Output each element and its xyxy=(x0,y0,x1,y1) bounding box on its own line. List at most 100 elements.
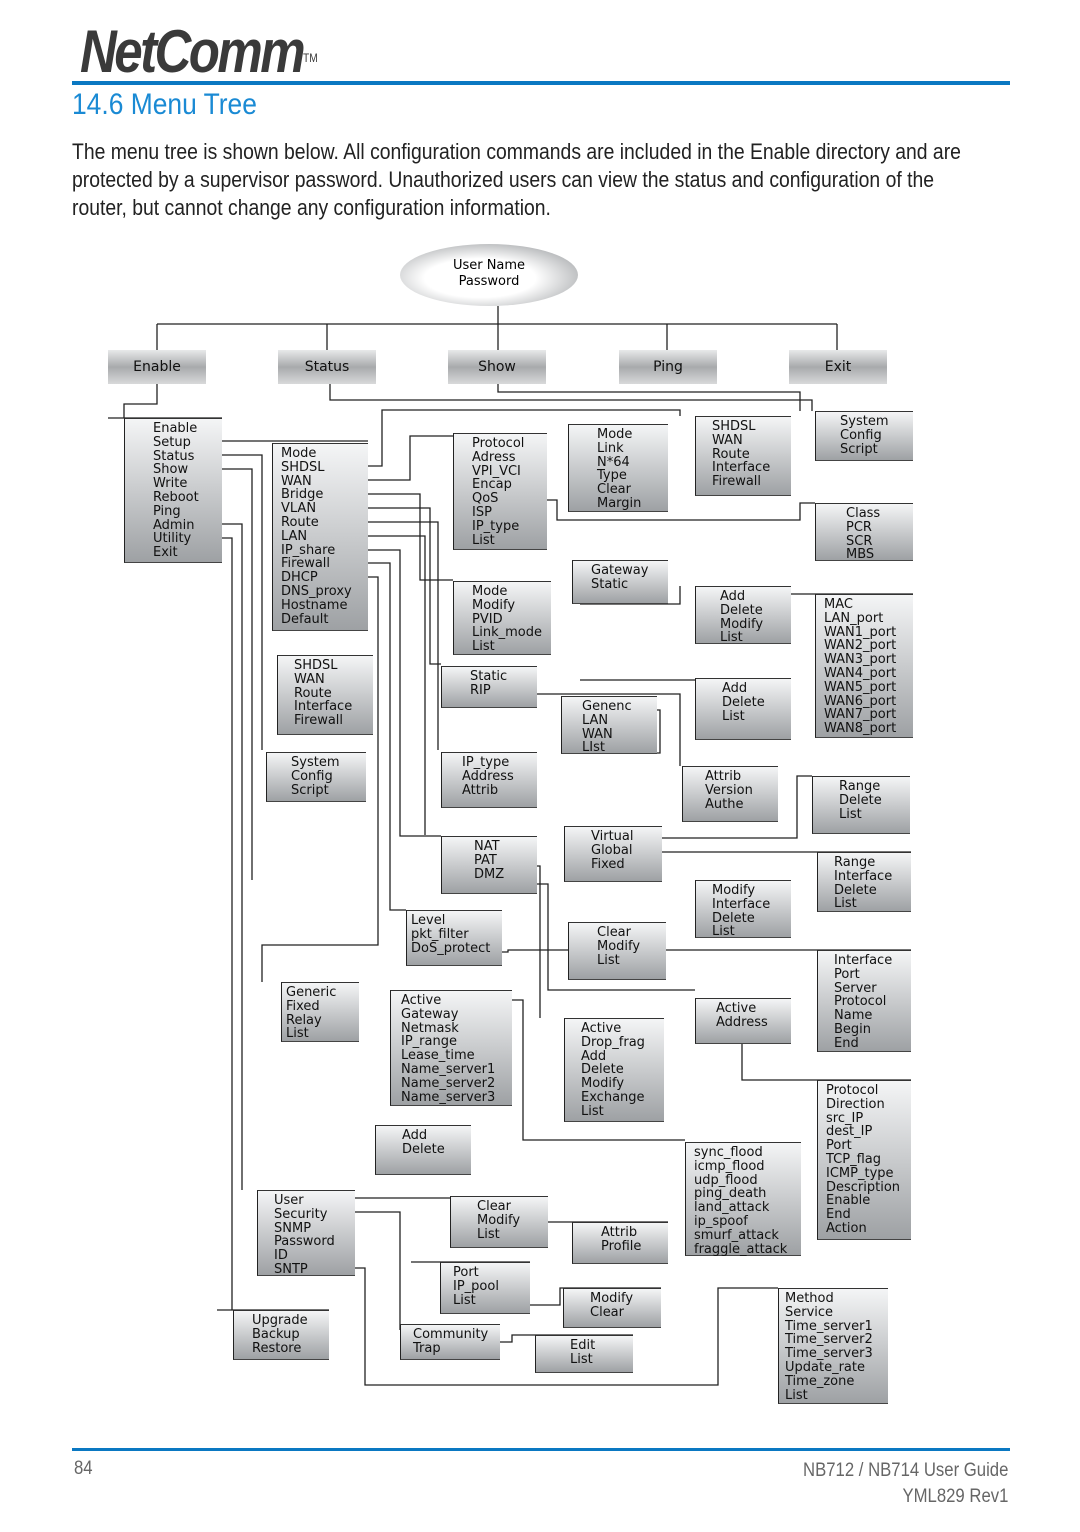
menu-item: Restore xyxy=(252,1340,302,1356)
menu-box: Range Delete List xyxy=(812,776,910,834)
menu-item: Static xyxy=(470,669,508,684)
top-menu-show: Show xyxy=(448,350,546,384)
menu-item: Backup xyxy=(252,1326,300,1342)
menu-item: fraggle_attack xyxy=(694,1241,788,1257)
menu-item: Attrib xyxy=(462,782,499,798)
menu-item: List xyxy=(453,1292,476,1308)
menu-box: Gateway Static xyxy=(572,560,668,604)
login-node: User Name Password xyxy=(400,244,578,306)
menu-item: Script xyxy=(840,441,878,457)
menu-item: Add xyxy=(720,589,746,604)
menu-item: Address xyxy=(462,768,514,784)
menu-item: land_attack xyxy=(694,1200,770,1216)
menu-item: Time_server1 xyxy=(785,1318,873,1334)
menu-item: SNTP xyxy=(274,1261,308,1277)
menu-item: Clear xyxy=(477,1199,511,1214)
menu-item: Adress xyxy=(472,449,516,465)
menu-item: Write xyxy=(153,476,188,492)
menu-item: Active xyxy=(716,1001,757,1016)
menu-item: PAT xyxy=(474,852,497,868)
menu-box: System Config Script xyxy=(815,411,913,461)
menu-item: Profile xyxy=(601,1238,642,1254)
root-line: Password xyxy=(458,274,520,289)
menu-item: LAN xyxy=(582,712,609,728)
menu-item: Config xyxy=(840,427,882,443)
connector-line xyxy=(355,1211,401,1330)
menu-item: Delete xyxy=(834,882,877,898)
menu-box: Add Delete List xyxy=(695,678,791,740)
menu-item: WAN4_port xyxy=(824,665,897,681)
menu-item: List xyxy=(597,952,620,968)
menu-item: Time_server2 xyxy=(785,1332,873,1348)
menu-item: End xyxy=(834,1035,859,1051)
top-menu-ping: Ping xyxy=(619,350,717,384)
menu-item: Name_server2 xyxy=(401,1075,496,1091)
page-number: 84 xyxy=(74,1458,93,1479)
menu-item: IP_share xyxy=(281,542,336,558)
menu-box: Mode Link N*64 Type Clear Margin xyxy=(568,424,668,512)
menu-item: Fixed xyxy=(286,998,320,1014)
menu-box: Method Service Time_server1 Time_server2 Tim… xyxy=(778,1288,888,1404)
menu-item: Time_zone xyxy=(785,1373,855,1389)
menu-box: Static RIP xyxy=(441,666,537,708)
menu-box: Level pkt_filter DoS_protect xyxy=(406,910,502,966)
menu-item: Version xyxy=(705,782,753,798)
menu-item: WAN xyxy=(712,432,743,448)
menu-item: Method xyxy=(785,1291,834,1306)
menu-box: Virtual Global Fixed xyxy=(564,826,662,882)
menu-item: Begin xyxy=(834,1021,872,1037)
menu-item: List xyxy=(286,1026,309,1042)
menu-item: Interface xyxy=(834,868,893,884)
menu-item: Port xyxy=(453,1265,479,1280)
menu-item: Delete xyxy=(402,1141,445,1157)
menu-item: List xyxy=(477,1226,500,1242)
menu-item: Exchange xyxy=(581,1089,645,1105)
menu-item: DoS_protect xyxy=(411,940,491,956)
menu-item: Mode xyxy=(472,584,508,599)
menu-box: Protocol Adress VPI_VCI Encap QoS ISP IP_type L… xyxy=(453,433,547,550)
menu-item: Exit xyxy=(153,545,178,561)
menu-item: Firewall xyxy=(294,713,344,729)
menu-item: Admin xyxy=(153,517,195,533)
connector-line xyxy=(497,384,801,411)
menu-item: Encap xyxy=(472,477,512,493)
menu-item: Modify xyxy=(720,616,764,632)
menu-box: Add Delete Modify List xyxy=(695,586,791,646)
menu-item: DNS_proxy xyxy=(281,583,352,599)
menu-box: Edit List xyxy=(535,1335,633,1373)
menu-item: Type xyxy=(597,468,627,484)
menu-item: Mode xyxy=(597,427,633,442)
menu-item: List xyxy=(720,630,743,646)
menu-item: WAN xyxy=(582,726,613,742)
menu-item: Fixed xyxy=(591,856,625,872)
menu-item: List xyxy=(712,924,735,940)
menu-box: Active Address xyxy=(695,998,791,1044)
menu-item: IP_pool xyxy=(453,1278,499,1294)
menu-item: DHCP xyxy=(281,570,318,586)
menu-box: Modify Clear xyxy=(563,1288,661,1328)
menu-item: Interface xyxy=(834,953,893,968)
menu-item: ID xyxy=(274,1248,288,1264)
menu-item: Range xyxy=(839,779,881,794)
menu-item: sync_flood xyxy=(694,1145,763,1160)
menu-item: Authe xyxy=(705,796,744,812)
menu-item: LAN xyxy=(281,528,308,544)
menu-item: NAT xyxy=(474,839,500,854)
menu-item: Upgrade xyxy=(252,1313,308,1328)
menu-item: icmp_flood xyxy=(694,1158,765,1174)
menu-item: Time_server3 xyxy=(785,1346,873,1362)
menu-item: WAN5_port xyxy=(824,679,897,695)
menu-box: Generic Fixed Relay List xyxy=(281,982,359,1042)
menu-item: WAN xyxy=(294,671,325,687)
menu-item: Security xyxy=(274,1206,328,1222)
menu-item: Password xyxy=(274,1234,335,1250)
menu-item: WAN xyxy=(281,473,312,489)
menu-box: Enable Setup Status Show Write Reboot Ping Admi… xyxy=(124,418,222,563)
menu-item: Virtual xyxy=(591,829,634,844)
menu-item: Attrib xyxy=(705,769,742,784)
menu-item: Clear xyxy=(597,925,631,940)
menu-item: Edit xyxy=(570,1338,596,1353)
menu-item: TCP_flag xyxy=(826,1151,882,1167)
menu-item: Gateway xyxy=(591,563,649,578)
menu-item: Clear xyxy=(597,482,631,498)
